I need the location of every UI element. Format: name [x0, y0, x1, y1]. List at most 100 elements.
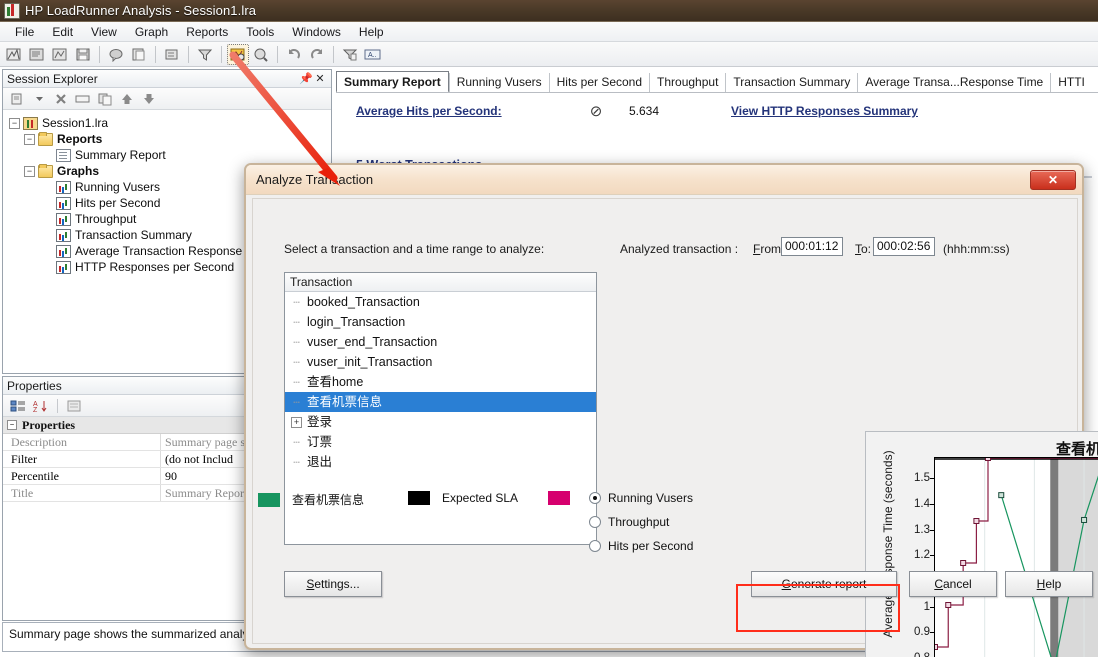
menu-file[interactable]: File	[6, 23, 43, 41]
open-session-icon[interactable]	[26, 44, 48, 65]
new-item-icon[interactable]	[7, 90, 27, 108]
toolbar-separator	[99, 45, 100, 63]
menu-bar: File Edit View Graph Reports Tools Windo…	[0, 22, 1098, 42]
menu-windows[interactable]: Windows	[283, 23, 350, 41]
transaction-list-item[interactable]: ┄ 订票	[285, 432, 596, 452]
from-label: From:	[753, 242, 785, 256]
redo-icon[interactable]	[306, 44, 328, 65]
menu-help[interactable]: Help	[350, 23, 393, 41]
application-window: HP LoadRunner Analysis - Session1.lra Fi…	[0, 0, 1098, 657]
filter-icon[interactable]	[194, 44, 216, 65]
tree-item-session[interactable]: − Session1.lra	[9, 115, 331, 131]
transaction-list-item[interactable]: ┄ 查看home	[285, 372, 596, 392]
save-icon[interactable]	[72, 44, 94, 65]
copy-to-clipboard-icon[interactable]	[128, 44, 150, 65]
raw-data-icon[interactable]: A..	[362, 44, 384, 65]
move-up-icon[interactable]	[117, 90, 137, 108]
dialog-close-button[interactable]: ✕	[1030, 169, 1076, 190]
toolbar-separator	[333, 45, 334, 63]
transaction-name: 退出	[307, 455, 333, 469]
tab-summary-report[interactable]: Summary Report	[336, 71, 449, 93]
property-pages-icon[interactable]	[64, 397, 84, 415]
collapse-icon[interactable]: −	[7, 420, 17, 430]
tree-label-session: Session1.lra	[42, 116, 109, 130]
transaction-list-item-selected[interactable]: ┄ 查看机票信息	[285, 392, 596, 412]
menu-tools[interactable]: Tools	[237, 23, 283, 41]
settings-button[interactable]: Settings...	[284, 571, 382, 597]
dialog-body: Select a transaction and a time range to…	[252, 198, 1098, 657]
analyze-transaction-icon[interactable]	[227, 43, 249, 65]
collapse-icon[interactable]: −	[24, 133, 35, 145]
radio-indicator[interactable]	[589, 540, 601, 552]
graph-icon	[56, 196, 71, 210]
tree-label-avg-transaction-response-time: Average Transaction Response Tim	[75, 244, 265, 258]
tab-average-transaction-response-time[interactable]: Average Transa...Response Time	[857, 73, 1051, 93]
transaction-list-item[interactable]: ┄ booked_Transaction	[285, 292, 596, 312]
transaction-name: 查看机票信息	[307, 395, 383, 409]
undo-icon[interactable]	[283, 44, 305, 65]
tab-throughput[interactable]: Throughput	[649, 73, 726, 93]
menu-view[interactable]: View	[82, 23, 126, 41]
view-http-responses-summary-link[interactable]: View HTTP Responses Summary	[731, 104, 918, 118]
move-down-icon[interactable]	[139, 90, 159, 108]
transaction-name: 登录	[307, 415, 333, 429]
to-time-input[interactable]: 000:02:56	[873, 237, 935, 256]
average-hits-label[interactable]: Average Hits per Second:	[356, 104, 581, 118]
duplicate-icon[interactable]	[95, 90, 115, 108]
delete-icon[interactable]	[51, 90, 71, 108]
pin-icon[interactable]: 📌	[299, 72, 313, 86]
properties-group-label: Properties	[22, 417, 76, 432]
transaction-list-item[interactable]: ┄ vuser_init_Transaction	[285, 352, 596, 372]
legend-color-swatch	[408, 491, 430, 505]
property-key: Filter	[3, 451, 161, 467]
tab-running-vusers[interactable]: Running Vusers	[448, 73, 549, 93]
comment-icon[interactable]	[105, 44, 127, 65]
transaction-list-item[interactable]: + 登录	[285, 412, 596, 432]
transaction-list-item[interactable]: ┄ vuser_end_Transaction	[285, 332, 596, 352]
menu-reports[interactable]: Reports	[177, 23, 237, 41]
legend-label: Expected SLA	[442, 491, 519, 505]
svg-text:A..: A..	[368, 52, 377, 59]
radio-indicator[interactable]	[589, 516, 601, 528]
tree-line: ┄	[293, 336, 300, 349]
menu-graph[interactable]: Graph	[126, 23, 177, 41]
radio-hits-per-second[interactable]: Hits per Second	[589, 539, 693, 553]
auto-correlate-icon[interactable]	[250, 44, 272, 65]
new-graph-icon[interactable]	[161, 44, 183, 65]
legend-entry-transaction: 查看机票信息	[258, 491, 364, 508]
radio-running-vusers[interactable]: Running Vusers	[589, 491, 693, 505]
menu-edit[interactable]: Edit	[43, 23, 82, 41]
collapse-icon[interactable]: −	[24, 165, 35, 177]
expand-icon[interactable]: +	[291, 416, 302, 428]
tab-hits-per-second[interactable]: Hits per Second	[548, 73, 650, 93]
graph-icon	[56, 212, 71, 226]
chart-tick-mark	[930, 478, 935, 480]
chevron-down-icon[interactable]	[29, 90, 49, 108]
generate-report-button[interactable]: Generate report	[751, 571, 897, 597]
sort-alpha-icon[interactable]: AZ	[31, 397, 51, 415]
categorized-icon[interactable]	[8, 397, 28, 415]
transaction-list-item[interactable]: ┄ 退出	[285, 452, 596, 472]
property-key: Title	[3, 485, 161, 501]
close-icon[interactable]: ✕	[313, 72, 327, 86]
tree-item-summary-report[interactable]: Summary Report	[9, 147, 331, 163]
new-session-icon[interactable]	[3, 44, 25, 65]
view-tree-icon[interactable]	[339, 44, 361, 65]
radio-indicator[interactable]	[589, 492, 601, 504]
cancel-button[interactable]: Cancel	[909, 571, 997, 597]
generate-report-rest: enerate report	[790, 577, 867, 591]
rename-icon[interactable]	[73, 90, 93, 108]
from-time-input[interactable]: 000:01:12	[781, 237, 843, 256]
merge-graphs-icon[interactable]	[49, 44, 71, 65]
tab-http-responses[interactable]: HTTI	[1050, 73, 1092, 93]
chart-tick-mark	[930, 632, 935, 634]
window-title: HP LoadRunner Analysis - Session1.lra	[25, 3, 257, 18]
radio-throughput[interactable]: Throughput	[589, 515, 669, 529]
transaction-list-item[interactable]: ┄ login_Transaction	[285, 312, 596, 332]
folder-icon	[38, 131, 53, 146]
average-hits-row: Average Hits per Second: ⊘ 5.634 View HT…	[336, 101, 1098, 121]
collapse-icon[interactable]: −	[9, 117, 20, 129]
tree-item-reports[interactable]: − Reports	[9, 131, 331, 147]
tab-transaction-summary[interactable]: Transaction Summary	[725, 73, 858, 93]
help-button[interactable]: Help	[1005, 571, 1093, 597]
